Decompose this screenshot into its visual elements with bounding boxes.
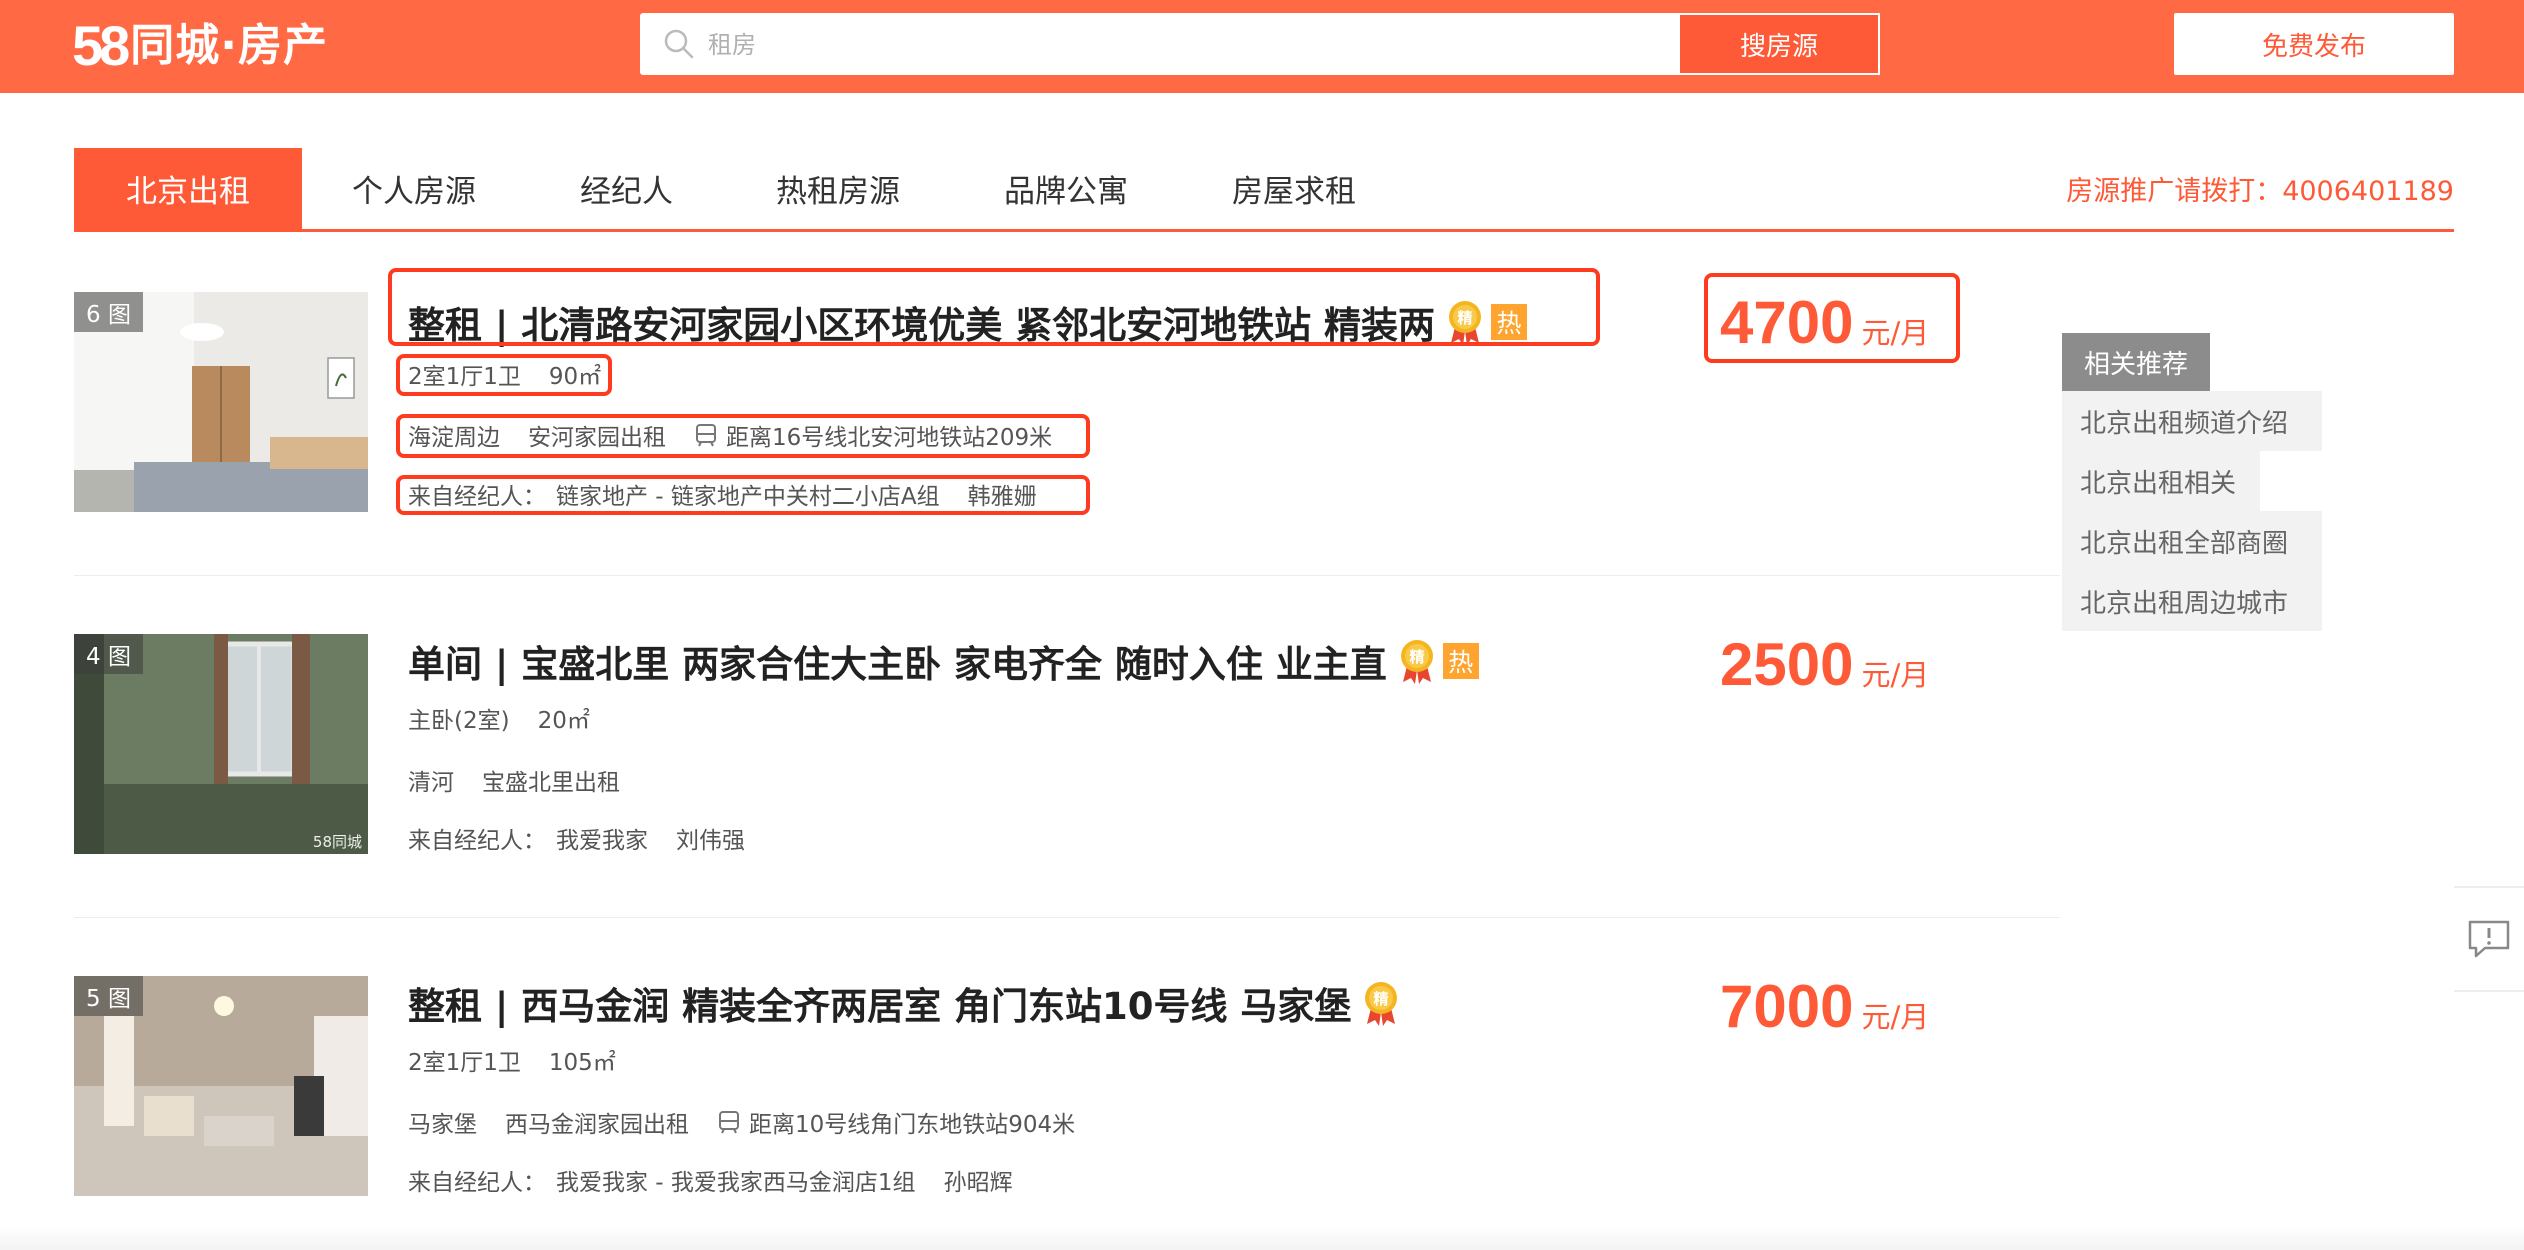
svg-text:精: 精: [1374, 990, 1389, 1008]
community-link[interactable]: 宝盛北里出租: [482, 763, 620, 797]
listing-title: 整租 | 西马金润 精装全齐两居室 角门东站10号线 马家堡 精: [408, 976, 1401, 1030]
sidebar-item-nearby-cities[interactable]: 北京出租周边城市: [2062, 571, 2322, 631]
listing-divider: [74, 917, 2060, 918]
agent-name[interactable]: 孙昭辉: [944, 1163, 1013, 1197]
price-amount: 2500: [1720, 631, 1854, 698]
subway-icon: [719, 1111, 739, 1134]
listing-price: 7000 元/月: [1720, 972, 1929, 1052]
hot-badge: 热: [1442, 643, 1479, 679]
highlight-price-box: [1704, 273, 1960, 363]
agent-prefix: 来自经纪人：: [408, 1170, 546, 1196]
room-area: 105㎡: [548, 1050, 616, 1076]
related-recommendations: 相关推荐 北京出租频道介绍 北京出租相关 北京出租全部商圈 北京出租周边城市: [2062, 333, 2322, 631]
page-bottom-shadow: [0, 1226, 2524, 1250]
listing-title: 单间 | 宝盛北里 两家合住大主卧 家电齐全 随时入住 业主直 精 热: [408, 634, 1479, 688]
tab-hot-rentals[interactable]: 热租房源: [776, 148, 900, 229]
tab-brand-apartments[interactable]: 品牌公寓: [1004, 148, 1128, 229]
photo-count-badge: 4 图: [74, 634, 143, 674]
listing-price: 2500 元/月: [1720, 630, 1929, 710]
listing-divider: [74, 575, 2060, 576]
feedback-icon: [2468, 920, 2510, 958]
listing-title-link[interactable]: 整租 | 西马金润 精装全齐两居室 角门东站10号线 马家堡: [408, 976, 1351, 1030]
agent-prefix: 来自经纪人：: [408, 828, 546, 854]
sidebar-title: 相关推荐: [2062, 333, 2210, 391]
logo-text: 同城·房产: [130, 20, 329, 71]
district-link[interactable]: 马家堡: [408, 1105, 477, 1139]
search-icon: [664, 29, 694, 59]
search-bar: 搜房源: [640, 13, 1880, 75]
premium-medal-icon: 精: [1365, 982, 1398, 1026]
tab-agents[interactable]: 经纪人: [580, 148, 673, 229]
highlight-room-box: [396, 354, 612, 396]
price-amount: 7000: [1720, 973, 1854, 1040]
svg-text:精: 精: [1409, 648, 1424, 666]
listing-title-link[interactable]: 单间 | 宝盛北里 两家合住大主卧 家电齐全 随时入住 业主直: [408, 634, 1387, 688]
community-link[interactable]: 西马金润家园出租: [505, 1105, 689, 1139]
promo-hotline: 房源推广请拨打：4006401189: [2066, 176, 2454, 207]
category-tabs: 北京出租 个人房源 经纪人 热租房源 品牌公寓 房屋求租 房源推广请拨打：400…: [74, 148, 2454, 232]
sidebar-item-all-areas[interactable]: 北京出租全部商圈: [2062, 511, 2322, 571]
search-input[interactable]: [708, 23, 1608, 67]
sidebar-item-related[interactable]: 北京出租相关: [2062, 451, 2260, 511]
photo-watermark: 58同城: [312, 833, 362, 851]
listing-agent: 来自经纪人： 我爱我家 刘伟强: [408, 818, 745, 858]
photo-count-badge: 6 图: [74, 292, 143, 332]
top-header: 58 同城·房产 搜房源 免费发布: [0, 0, 2524, 93]
site-logo[interactable]: 58 同城·房产: [72, 18, 328, 74]
price-unit: 元/月: [1861, 1000, 1930, 1034]
listing-photo[interactable]: 5 图: [74, 976, 368, 1196]
highlight-location-box: [396, 414, 1090, 458]
district-link[interactable]: 清河: [408, 763, 454, 797]
room-layout: 2室1厅1卫: [408, 1050, 521, 1076]
listing-room-info: 2室1厅1卫 105㎡: [408, 1040, 616, 1080]
agent-name[interactable]: 刘伟强: [676, 821, 745, 855]
room-layout: 主卧(2室): [408, 708, 510, 734]
listing-agent: 来自经纪人： 我爱我家 - 我爱我家西马金润店1组 孙昭辉: [408, 1160, 1013, 1200]
logo-number: 58: [72, 14, 130, 77]
tab-beijing-rent[interactable]: 北京出租: [74, 148, 302, 229]
listing-location: 马家堡 西马金润家园出租 距离10号线角门东地铁站904米: [408, 1102, 1075, 1142]
price-unit: 元/月: [1861, 658, 1930, 692]
metro-distance: 距离10号线角门东地铁站904米: [717, 1105, 1075, 1139]
feedback-button[interactable]: [2454, 886, 2524, 992]
sidebar-item-channel-intro[interactable]: 北京出租频道介绍: [2062, 391, 2322, 451]
listing-photo[interactable]: 4 图 58同城: [74, 634, 368, 854]
highlight-title-box: [388, 268, 1600, 346]
room-area: 20㎡: [537, 708, 590, 734]
tab-personal-listings[interactable]: 个人房源: [352, 148, 476, 229]
agent-company[interactable]: 我爱我家 - 我爱我家西马金润店1组: [556, 1163, 916, 1197]
listing-item: 5 图 整租 | 西马金润 精装全齐两居室 角门东站10号线 马家堡 精 2室1…: [74, 973, 2060, 1196]
search-button[interactable]: 搜房源: [1678, 13, 1880, 75]
listing-location: 清河 宝盛北里出租: [408, 760, 620, 800]
tab-wanted-rentals[interactable]: 房屋求租: [1232, 148, 1356, 229]
listing-room-info: 主卧(2室) 20㎡: [408, 698, 590, 738]
photo-count-badge: 5 图: [74, 976, 143, 1016]
metro-distance-text: 距离10号线角门东地铁站904米: [749, 1112, 1076, 1138]
premium-medal-icon: 精: [1400, 640, 1433, 684]
agent-company[interactable]: 我爱我家: [556, 821, 648, 855]
listing-item: 4 图 58同城 单间 | 宝盛北里 两家合住大主卧 家电齐全 随时入住 业主直…: [74, 631, 2060, 854]
highlight-agent-box: [396, 475, 1090, 515]
listing-photo[interactable]: 6 图: [74, 292, 368, 512]
free-publish-button[interactable]: 免费发布: [2174, 13, 2454, 75]
